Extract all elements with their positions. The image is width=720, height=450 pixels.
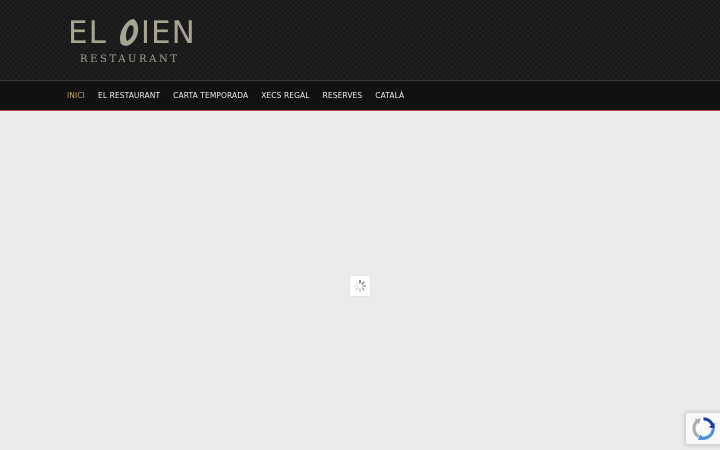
main-navbar: INICI EL RESTAURANT CARTA TEMPORADA XECS… — [0, 80, 720, 111]
nav-item-reserves[interactable]: RESERVES — [323, 91, 363, 100]
recaptcha-badge[interactable] — [685, 412, 720, 445]
main-nav: INICI EL RESTAURANT CARTA TEMPORADA XECS… — [67, 81, 404, 110]
site-logo[interactable]: EL IEN RESTAURANT — [68, 14, 196, 68]
logo-subtitle: RESTAURANT — [80, 54, 180, 65]
spinner-icon — [353, 279, 367, 293]
content-loader — [350, 276, 370, 296]
logo-wordmark: EL IEN — [68, 14, 196, 52]
logo-d-mark-icon — [119, 19, 138, 46]
nav-item-el-restaurant[interactable]: EL RESTAURANT — [98, 91, 160, 100]
nav-item-language[interactable]: CATALÀ — [375, 91, 404, 100]
site-header: EL IEN RESTAURANT — [0, 0, 720, 80]
nav-item-inici[interactable]: INICI — [67, 91, 85, 100]
nav-item-xecs-regal[interactable]: XECS REGAL — [261, 91, 309, 100]
nav-item-carta-temporada[interactable]: CARTA TEMPORADA — [173, 91, 248, 100]
recaptcha-icon — [692, 417, 715, 440]
logo-text-ien: IEN — [140, 15, 196, 51]
logo-text-el: EL — [68, 15, 107, 51]
